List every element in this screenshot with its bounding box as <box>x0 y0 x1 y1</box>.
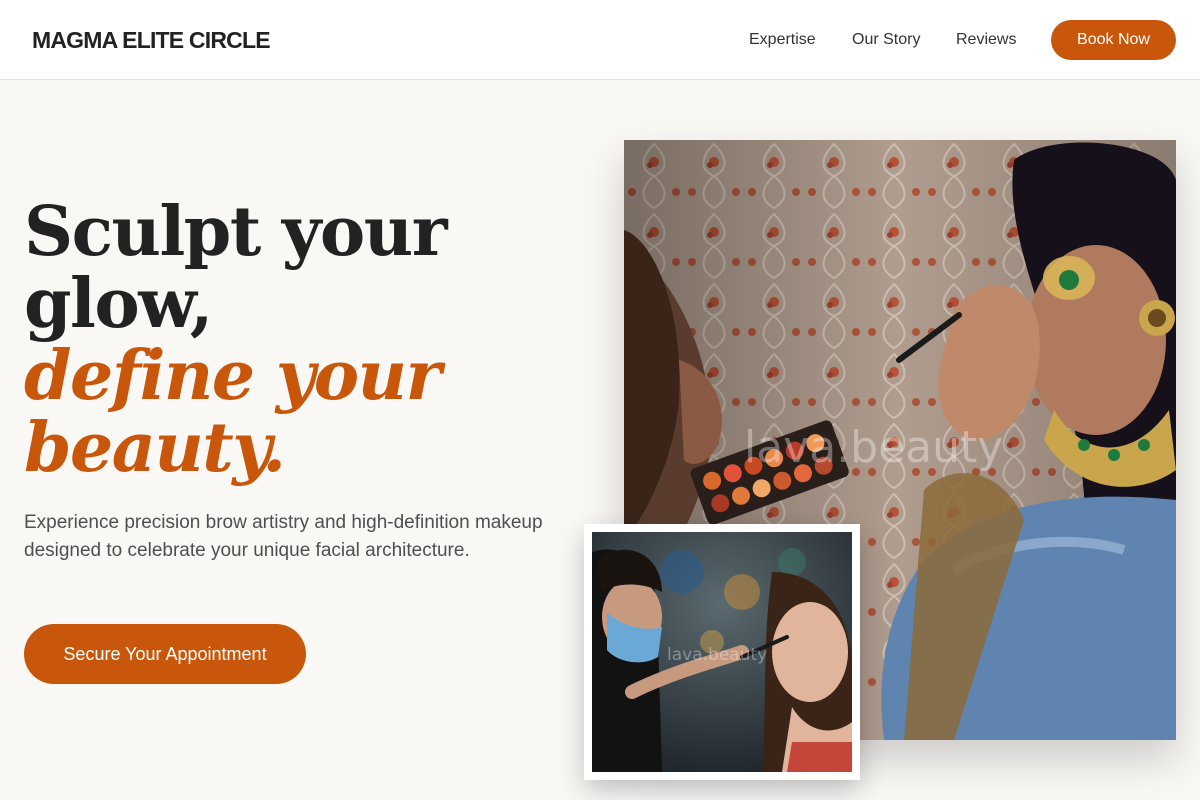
main-photo-watermark: lava.beauty <box>744 422 1003 473</box>
nav-link-expertise[interactable]: Expertise <box>749 31 816 49</box>
secure-appointment-button[interactable]: Secure Your Appointment <box>24 624 306 684</box>
inset-makeup-artist-photo: lava.beauty <box>592 532 852 772</box>
inset-photo-watermark: lava.beauty <box>667 645 767 665</box>
nav-link-our-story[interactable]: Our Story <box>852 31 920 49</box>
inset-photo-frame: lava.beauty <box>584 524 860 780</box>
headline-accent-line-1: define your <box>24 336 441 416</box>
headline-line-1: Sculpt your <box>24 192 448 272</box>
headline-accent-line-2: beauty. <box>24 408 286 488</box>
hero-headline: Sculpt your glow, define your beauty. <box>24 196 564 484</box>
brand-logo[interactable]: MAGMA ELITE CIRCLE <box>32 27 271 54</box>
hero-description: Experience precision brow artistry and h… <box>24 512 543 561</box>
headline-line-2: glow, <box>24 264 213 344</box>
top-navbar: MAGMA ELITE CIRCLE Expertise Our Story R… <box>0 0 1200 80</box>
book-now-button[interactable]: Book Now <box>1051 20 1176 60</box>
nav-link-reviews[interactable]: Reviews <box>956 31 1016 49</box>
